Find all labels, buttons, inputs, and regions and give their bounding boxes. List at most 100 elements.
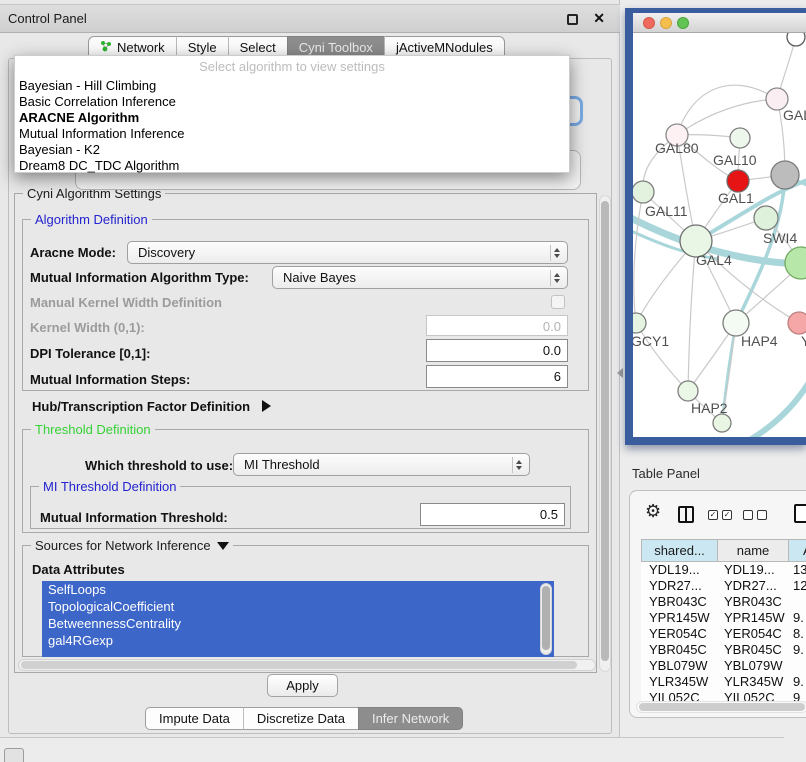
column-header-partial[interactable]: A <box>789 539 806 562</box>
stepper-icon <box>550 245 563 261</box>
hub-definition-toggle[interactable]: Hub/Transcription Factor Definition <box>32 399 271 414</box>
network-node[interactable] <box>771 161 799 189</box>
network-node[interactable] <box>633 181 654 203</box>
mi-threshold-label: Mutual Information Threshold: <box>40 510 228 525</box>
tab-label: Cyni Toolbox <box>299 40 373 55</box>
attributes-list-scrollbar[interactable] <box>540 583 552 655</box>
control-panel-titlebar: Control Panel ✕ <box>0 4 620 33</box>
table-panel-title: Table Panel <box>632 466 700 481</box>
network-node[interactable] <box>730 128 750 148</box>
zoom-traffic-light-icon[interactable] <box>677 17 689 29</box>
dpi-tolerance-field[interactable]: 0.0 <box>426 339 568 362</box>
network-canvas[interactable]: GALGAL80GAL10GAL1GAL11SWI4GAL4GCY1HAP4YH… <box>633 33 806 437</box>
kernel-width-label: Kernel Width (0,1): <box>30 320 145 335</box>
network-node[interactable] <box>785 247 806 279</box>
column-header-name[interactable]: name <box>718 539 789 562</box>
network-node-label: Y <box>801 333 806 349</box>
settings-vertical-scrollbar[interactable] <box>599 195 611 672</box>
table-row[interactable]: YDL19...YDL19...13 <box>641 562 806 578</box>
tab-discretize-data[interactable]: Discretize Data <box>243 707 358 730</box>
mi-algorithm-type-select[interactable]: Naive Bayes <box>272 266 568 289</box>
network-node[interactable] <box>787 33 805 46</box>
algorithm-option[interactable]: Bayesian - K2 <box>15 142 569 158</box>
table-row[interactable]: YPR145WYPR145W9. <box>641 610 806 626</box>
algorithm-option[interactable]: Basic Correlation Inference <box>15 94 569 110</box>
float-panel-icon[interactable] <box>567 14 578 25</box>
select-all-checkboxes-icon[interactable]: ✓ ✓ <box>708 510 732 520</box>
network-node[interactable] <box>713 414 731 432</box>
mi-steps-field[interactable]: 6 <box>426 365 568 388</box>
table-cell: 9. <box>789 610 806 626</box>
minimized-panel-tab[interactable] <box>4 748 24 762</box>
network-node[interactable] <box>678 381 698 401</box>
apply-button[interactable]: Apply <box>267 674 338 697</box>
table-row[interactable]: YBR045CYBR045C9. <box>641 642 806 658</box>
settings-horizontal-scrollbar[interactable] <box>18 659 596 671</box>
manual-kernel-checkbox[interactable] <box>551 295 565 309</box>
attribute-list-item[interactable]: gal4RGexp <box>42 632 554 649</box>
network-node[interactable] <box>788 312 806 334</box>
attribute-list-item[interactable]: SelfLoops <box>42 581 554 598</box>
kernel-width-field[interactable]: 0.0 <box>426 315 568 336</box>
table-cell: 9 <box>789 690 806 701</box>
cyni-bottom-tabs: Impute Data Discretize Data Infer Networ… <box>145 707 463 730</box>
column-layout-icon[interactable] <box>678 506 694 523</box>
document-icon[interactable] <box>794 504 806 523</box>
table-cell: YBL079W <box>718 658 789 674</box>
network-node[interactable] <box>633 313 646 333</box>
table-cell: 12 <box>789 578 806 594</box>
tab-infer-network[interactable]: Infer Network <box>358 707 463 730</box>
aracne-mode-select[interactable]: Discovery <box>127 241 568 264</box>
network-view-window[interactable]: GALGAL80GAL10GAL1GAL11SWI4GAL4GCY1HAP4YH… <box>625 8 806 445</box>
network-edge <box>677 85 777 135</box>
algorithm-option[interactable]: ARACNE Algorithm <box>15 110 569 126</box>
table-header-row: shared... name A <box>641 539 806 562</box>
algorithm-option[interactable]: Bayesian - Hill Climbing <box>15 78 569 94</box>
network-window-titlebar <box>633 13 806 33</box>
network-edge <box>688 241 696 391</box>
split-pane-collapse-arrow[interactable] <box>617 368 623 378</box>
selected-value: MI Threshold <box>244 457 320 472</box>
table-row[interactable]: YBR043CYBR043C <box>641 594 806 610</box>
data-attributes-list[interactable]: SelfLoopsTopologicalCoefficientBetweenne… <box>42 581 554 657</box>
close-panel-icon[interactable]: ✕ <box>593 10 605 27</box>
gear-icon[interactable]: ⚙ <box>645 502 661 520</box>
tab-label: Style <box>188 40 217 55</box>
tab-label: Select <box>240 40 276 55</box>
table-cell: YDL19... <box>718 562 789 578</box>
table-row[interactable]: YBL079WYBL079W <box>641 658 806 674</box>
table-cell <box>789 658 806 674</box>
network-node-label: GAL <box>783 107 806 123</box>
network-node[interactable] <box>754 206 778 230</box>
hub-definition-label: Hub/Transcription Factor Definition <box>32 399 250 414</box>
deselect-all-checkboxes-icon[interactable] <box>743 510 767 520</box>
mi-threshold-field[interactable]: 0.5 <box>420 503 565 526</box>
table-row[interactable]: YIL052CYIL052C9 <box>641 690 806 701</box>
algorithm-option[interactable]: Dream8 DC_TDC Algorithm <box>15 158 569 174</box>
network-node[interactable] <box>727 170 749 192</box>
table-row[interactable]: YLR345WYLR345W9. <box>641 674 806 690</box>
table-horizontal-scrollbar[interactable] <box>636 701 806 713</box>
manual-kernel-label: Manual Kernel Width Definition <box>30 295 222 310</box>
sources-group-title[interactable]: Sources for Network Inference <box>31 538 233 553</box>
table-cell: 9. <box>789 674 806 690</box>
minimize-traffic-light-icon[interactable] <box>660 17 672 29</box>
which-threshold-select[interactable]: MI Threshold <box>233 453 530 476</box>
attribute-list-item[interactable]: BetweennessCentrality <box>42 615 554 632</box>
table-row[interactable]: YER054CYER054C8. <box>641 626 806 642</box>
stepper-icon <box>512 457 525 473</box>
close-traffic-light-icon[interactable] <box>643 17 655 29</box>
table-panel: ⚙ ✓ ✓ shared... name A YDL19...YDL19...1… <box>629 490 806 718</box>
table-row[interactable]: YDR27...YDR27...12 <box>641 578 806 594</box>
group-title: MI Threshold Definition <box>39 479 180 494</box>
dropdown-item-list: Bayesian - Hill ClimbingBasic Correlatio… <box>15 78 569 174</box>
attribute-list-item-partial[interactable] <box>42 649 554 657</box>
attribute-list-item[interactable]: TopologicalCoefficient <box>42 598 554 615</box>
column-header-shared-name[interactable]: shared... <box>641 539 718 562</box>
tab-impute-data[interactable]: Impute Data <box>145 707 243 730</box>
table-cell: YER054C <box>718 626 789 642</box>
table-cell: YLR345W <box>718 674 789 690</box>
group-title: Threshold Definition <box>31 422 155 437</box>
algorithm-option[interactable]: Mutual Information Inference <box>15 126 569 142</box>
network-edge <box>677 99 777 135</box>
